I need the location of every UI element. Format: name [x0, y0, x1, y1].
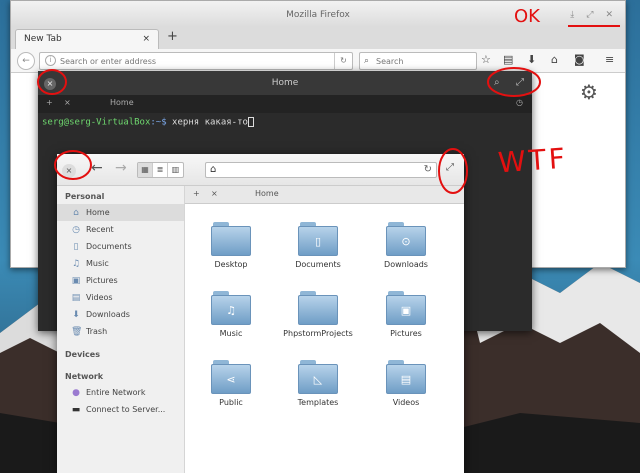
- annotation-circles: [37, 25, 620, 194]
